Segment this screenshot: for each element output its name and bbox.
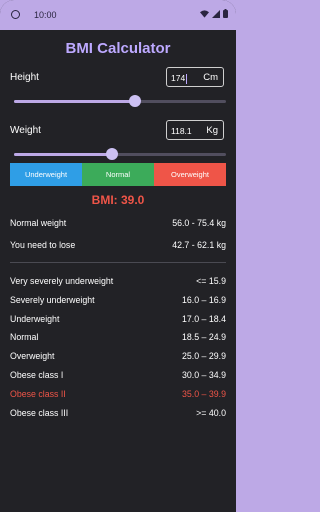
app-title: BMI Calculator [65,40,171,57]
bmi-range-value: 30.0 – 34.9 [181,370,226,380]
bmi-range-value: 25.0 – 29.9 [181,351,226,362]
bmi-range-value: >= 40.0 [196,407,226,418]
bmi-range-label: Obese class I [10,370,64,380]
bmi-range-label: Severely underweight [10,294,95,305]
app-screen: 10:00 BMI Calculator Height 174 Cm Weigh… [0,0,236,512]
bmi-range-row: Underweight 17.0 – 18.4 [10,314,226,324]
lose-weight-value: 42.7 - 62.1 kg [172,240,226,250]
height-unit: Cm [203,72,218,83]
height-slider[interactable] [14,95,226,107]
slider-thumb[interactable] [105,148,118,160]
bmi-range-label: Underweight [10,313,60,324]
weight-input[interactable]: 118.1 Kg [166,120,224,140]
bmi-range-value: 18.5 – 24.9 [181,332,226,343]
height-label: Height [10,72,39,83]
bmi-range-row: Severely underweight 16.0 – 16.9 [10,295,226,305]
status-time: 10:00 [34,10,57,20]
bmi-range-row: Obese class I 30.0 – 34.9 [10,370,226,380]
category-overweight: Overweight [154,163,226,186]
camera-icon [11,10,20,19]
slider-fill [14,100,135,103]
bmi-range-label: Obese class III [10,407,69,418]
slider-fill [14,153,112,156]
normal-weight-value: 56.0 - 75.4 kg [172,218,226,228]
bmi-range-row: Very severely underweight <= 15.9 [10,276,226,286]
bmi-range-row: Normal 18.5 – 24.9 [10,332,226,342]
text-cursor [186,73,188,84]
lose-weight-row: You need to lose 42.7 - 62.1 kg [10,240,226,250]
bmi-range-value: <= 15.9 [196,276,226,286]
bmi-result: BMI: 39.0 [91,193,145,207]
normal-weight-row: Normal weight 56.0 - 75.4 kg [10,218,226,228]
section-divider [10,262,226,263]
category-bar: Underweight Normal Overweight [10,163,226,186]
slider-thumb[interactable] [128,95,141,107]
height-value: 174 [171,73,186,83]
battery-icon [223,9,228,18]
bmi-range-row: Obese class III >= 40.0 [10,408,226,418]
bmi-range-value: 35.0 – 39.9 [181,388,226,399]
bmi-range-value: 16.0 – 16.9 [181,294,226,305]
weight-unit: Kg [206,125,218,136]
category-normal: Normal [82,163,154,186]
bmi-range-label: Normal [10,332,39,343]
signal-icon [212,9,220,18]
bmi-range-label: Obese class II [10,388,66,399]
height-input[interactable]: 174 Cm [166,67,224,87]
weight-value: 118.1 [171,126,192,136]
lose-weight-label: You need to lose [10,240,76,250]
bmi-range-value: 17.0 – 18.4 [181,313,226,324]
status-bar: 10:00 [0,0,236,30]
weight-label: Weight [10,125,41,136]
bmi-range-label: Overweight [10,351,55,362]
weight-slider[interactable] [14,148,226,160]
bmi-range-row: Obese class II 35.0 – 39.9 [10,389,226,399]
bmi-range-row: Overweight 25.0 – 29.9 [10,351,226,361]
bmi-range-label: Very severely underweight [10,276,114,286]
normal-weight-label: Normal weight [10,218,67,228]
wifi-icon [200,9,209,18]
category-underweight: Underweight [10,163,82,186]
